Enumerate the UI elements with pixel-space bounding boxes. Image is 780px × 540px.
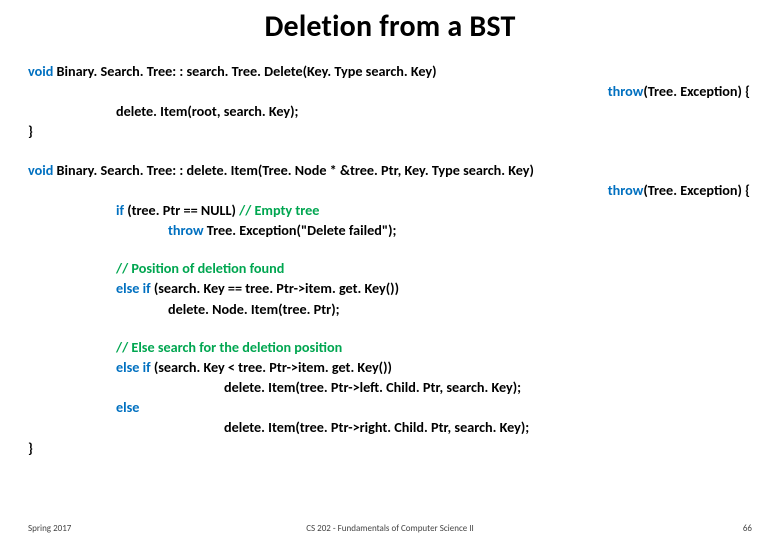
code-text: (search. Key == tree. Ptr->item. get. Ke…: [151, 279, 399, 297]
code-line: delete. Item(tree. Ptr->right. Child. Pt…: [28, 417, 752, 437]
keyword-throw: throw: [608, 181, 644, 199]
code-line: throw(Tree. Exception) {: [28, 81, 752, 101]
slide: Deletion from a BST void Binary. Search.…: [0, 0, 780, 540]
code-text: Binary. Search. Tree: : search. Tree. De…: [53, 62, 436, 80]
keyword-throw: throw: [608, 82, 644, 100]
footer-page-number: 66: [743, 523, 752, 534]
spacer: [28, 240, 752, 258]
code-text: (tree. Ptr == NULL): [124, 201, 239, 219]
keyword-if: if: [116, 201, 124, 219]
code-text: (Tree. Exception) {: [643, 82, 750, 100]
code-line: delete. Item(tree. Ptr->left. Child. Ptr…: [28, 377, 752, 397]
slide-title: Deletion from a BST: [28, 8, 752, 45]
code-line: }: [28, 121, 752, 141]
footer: Spring 2017 CS 202 - Fundamentals of Com…: [0, 518, 780, 534]
code-line: else if (search. Key == tree. Ptr->item.…: [28, 278, 752, 298]
code-text: (search. Key < tree. Ptr->item. get. Key…: [151, 358, 392, 376]
keyword-else-if: else if: [116, 358, 151, 376]
code-comment-line: // Position of deletion found: [28, 258, 752, 278]
keyword-else-if: else if: [116, 279, 151, 297]
code-block-1: void Binary. Search. Tree: : search. Tre…: [28, 61, 752, 142]
footer-center: CS 202 - Fundamentals of Computer Scienc…: [0, 523, 780, 534]
code-text: Tree. Exception("Delete failed");: [204, 221, 397, 239]
code-line: delete. Node. Item(tree. Ptr);: [28, 299, 752, 319]
code-line: }: [28, 438, 752, 458]
spacer: [28, 319, 752, 337]
code-comment-line: // Else search for the deletion position: [28, 337, 752, 357]
keyword-void: void: [28, 62, 53, 80]
code-text: (Tree. Exception) {: [643, 181, 750, 199]
code-line: throw(Tree. Exception) {: [28, 180, 752, 200]
code-comment: // Empty tree: [239, 201, 319, 219]
keyword-else: else: [28, 397, 752, 417]
code-line: delete. Item(root, search. Key);: [28, 101, 752, 121]
keyword-throw: throw: [168, 221, 204, 239]
code-line: throw Tree. Exception("Delete failed");: [28, 220, 752, 240]
code-line: void Binary. Search. Tree: : search. Tre…: [28, 61, 752, 81]
code-line: if (tree. Ptr == NULL) // Empty tree: [28, 200, 752, 220]
code-line: void Binary. Search. Tree: : delete. Ite…: [28, 160, 752, 180]
spacer: [28, 142, 752, 160]
code-line: else if (search. Key < tree. Ptr->item. …: [28, 357, 752, 377]
code-text: Binary. Search. Tree: : delete. Item(Tre…: [53, 161, 534, 179]
code-block-2: void Binary. Search. Tree: : delete. Ite…: [28, 160, 752, 458]
keyword-void: void: [28, 161, 53, 179]
